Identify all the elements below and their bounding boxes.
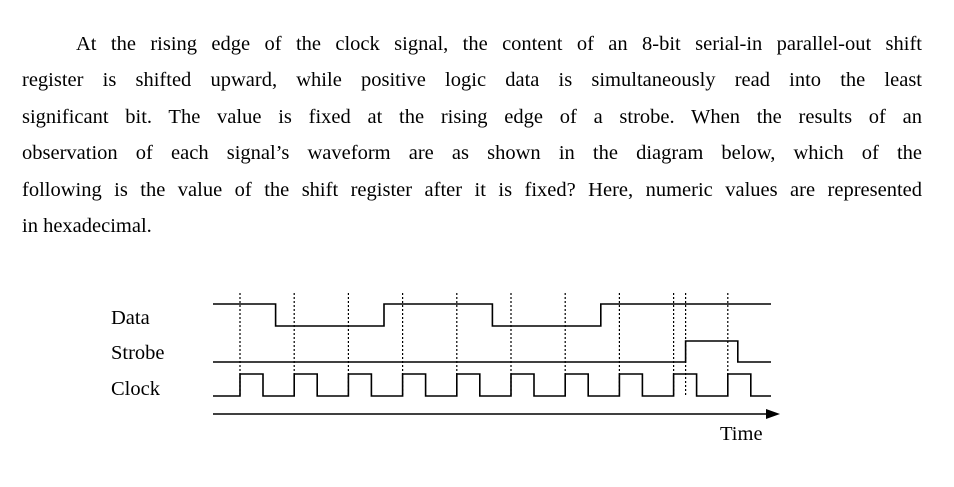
timing-diagram: [213, 293, 780, 419]
rising-edge-guides: [239, 293, 729, 396]
time-axis-arrowhead: [766, 409, 780, 419]
strobe-waveform: [213, 340, 771, 363]
clock-waveform: [213, 373, 771, 397]
data-waveform: [213, 303, 771, 327]
